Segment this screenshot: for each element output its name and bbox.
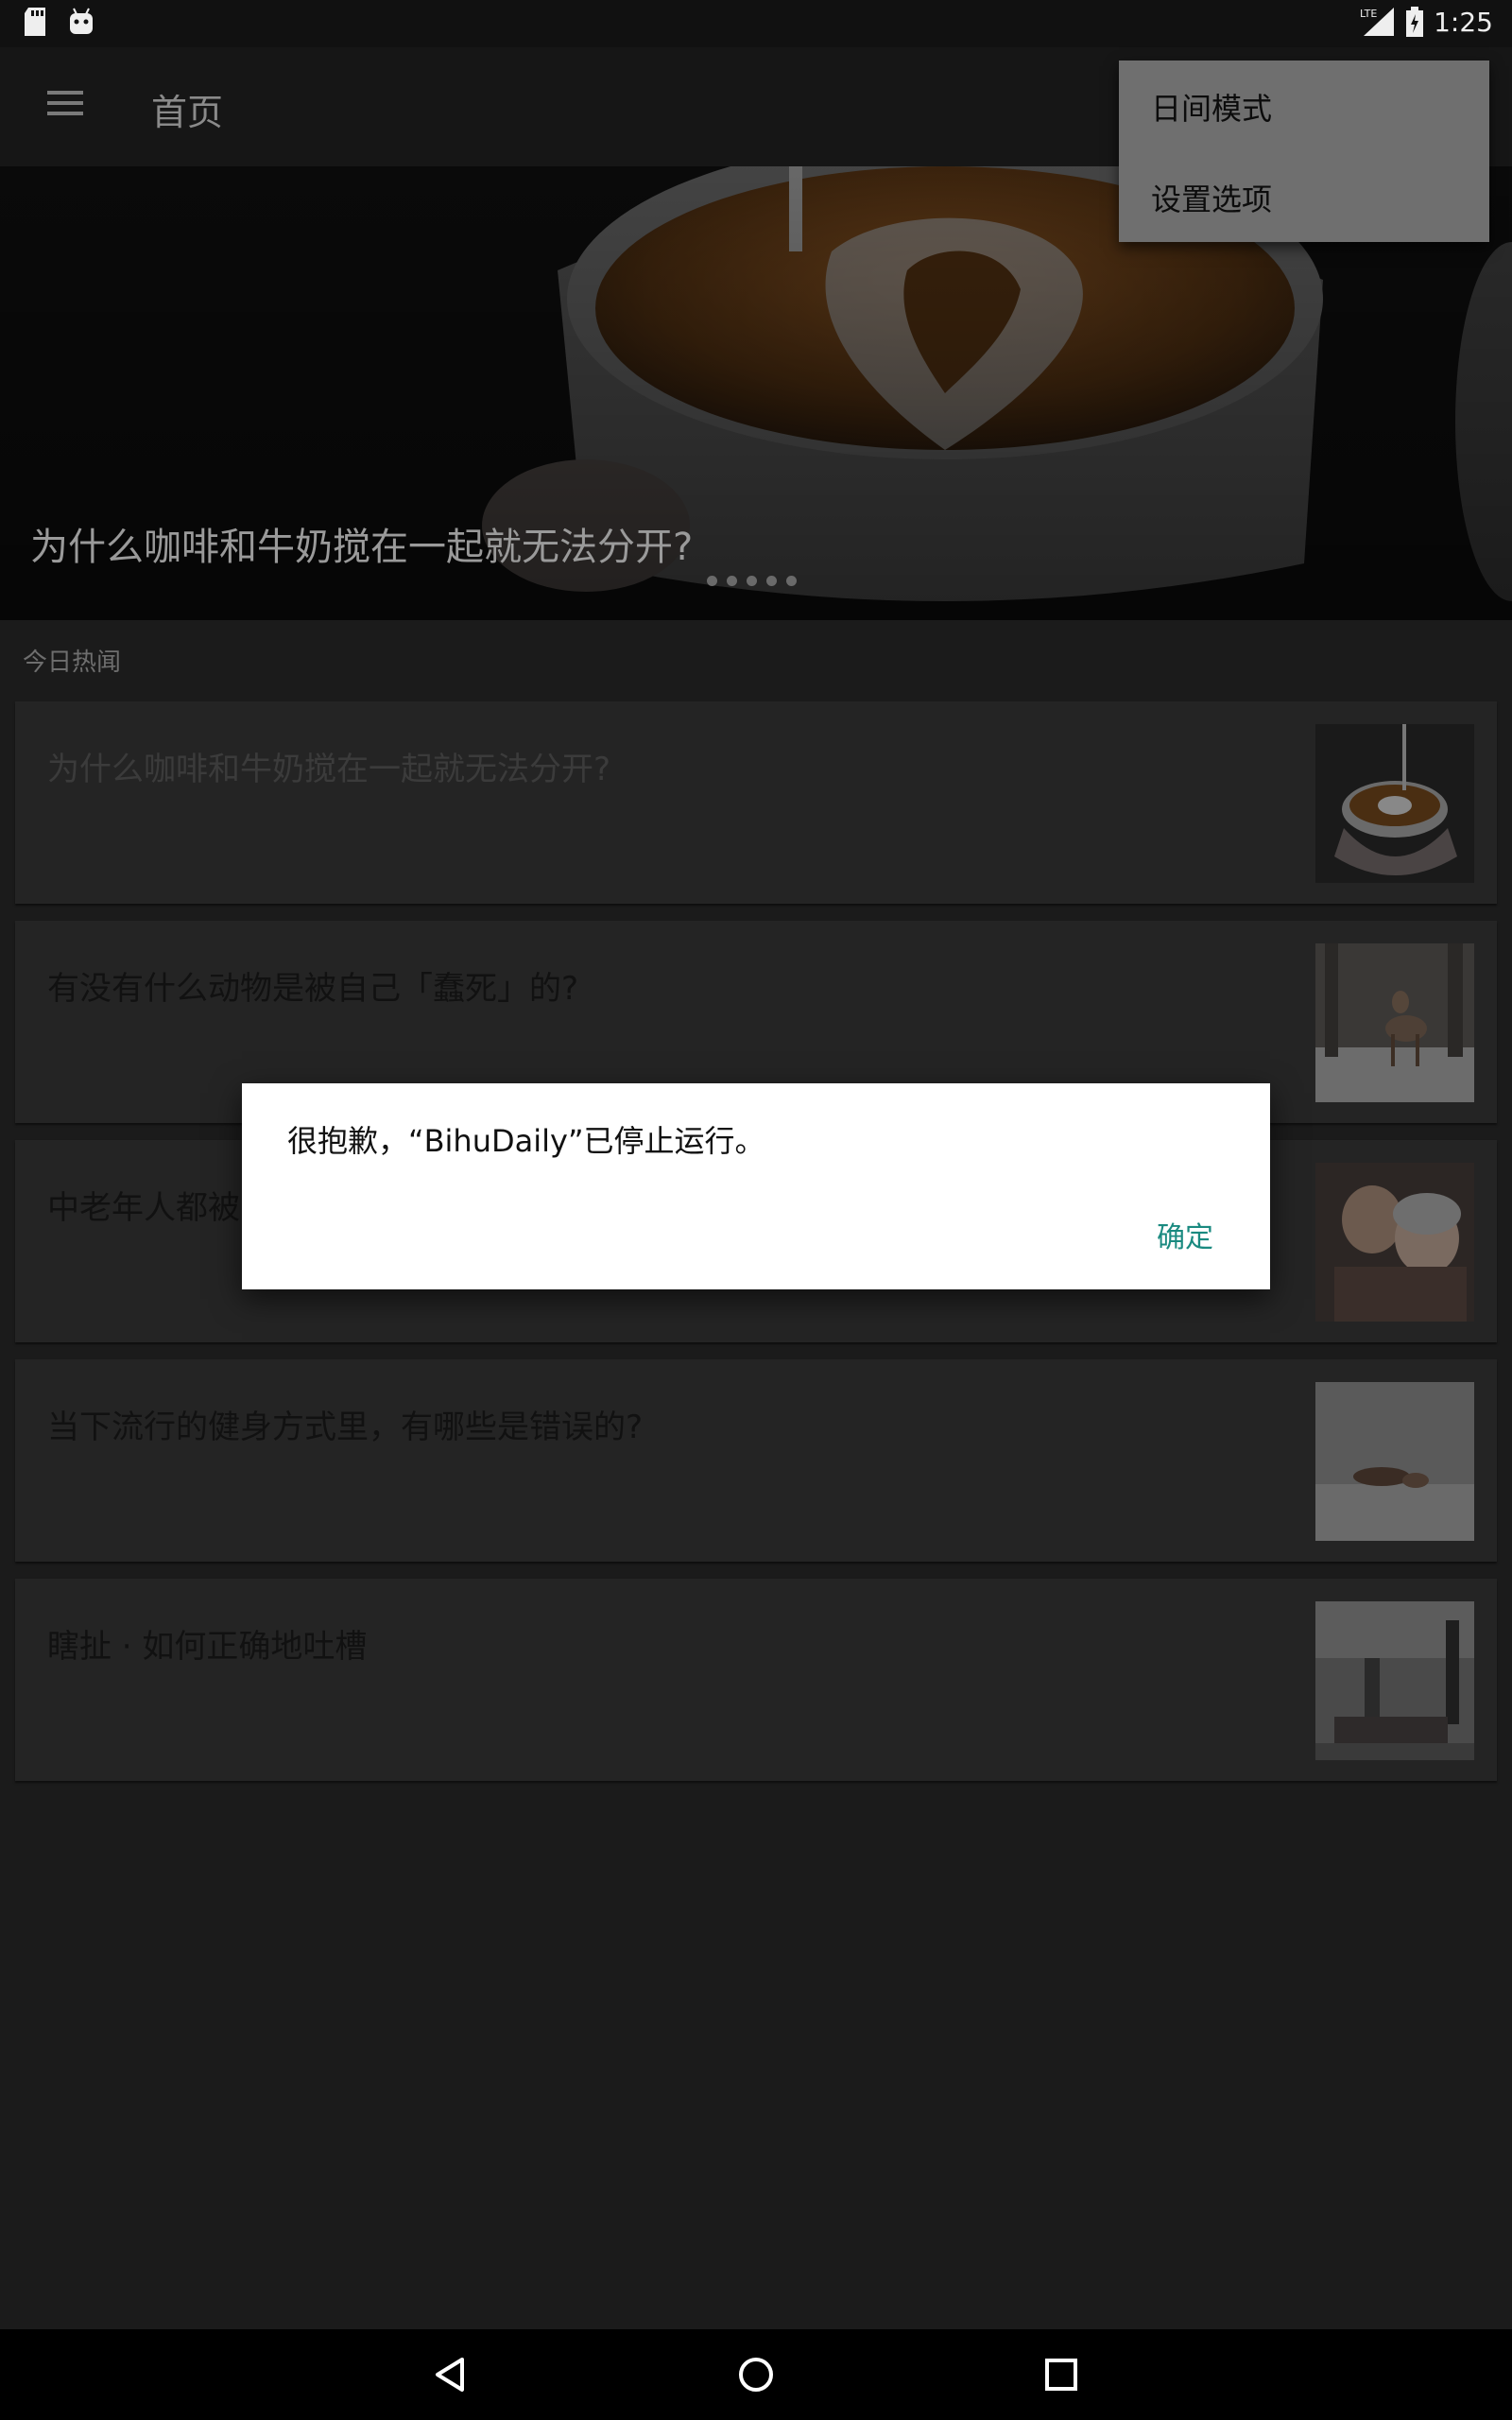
sd-card-icon [25, 8, 45, 36]
app-stopped-dialog: 很抱歉，“BihuDaily”已停止运行。 确定 [242, 1083, 1270, 1289]
latte-art-thumbnail [1315, 724, 1474, 883]
indicator-dot [707, 576, 717, 586]
hamburger-menu-icon[interactable] [47, 91, 89, 125]
story-title: 当下流行的健身方式里，有哪些是错误的? [47, 1409, 644, 1446]
story-title: 中老年人都被 [47, 1189, 240, 1227]
indicator-dot [766, 576, 777, 586]
page-title: 首页 [151, 92, 224, 133]
lte-signal-icon: LTE [1360, 8, 1395, 36]
indicator-dot [727, 576, 737, 586]
story-card[interactable]: 当下流行的健身方式里，有哪些是错误的? [15, 1359, 1497, 1562]
ok-button[interactable]: 确定 [1157, 1214, 1213, 1255]
recents-icon[interactable] [1040, 2354, 1082, 2395]
story-card[interactable]: 为什么咖啡和牛奶搅在一起就无法分开? [15, 701, 1497, 904]
clock: 1:25 [1434, 6, 1493, 38]
navigation-bar [0, 2329, 1512, 2420]
status-bar: LTE 1:25 [0, 0, 1512, 47]
yoga-pose-thumbnail [1315, 1382, 1474, 1541]
airport-luggage-thumbnail [1315, 1601, 1474, 1760]
menu-item-settings[interactable]: 设置选项 [1151, 176, 1272, 219]
dialog-message: 很抱歉，“BihuDaily”已停止运行。 [287, 1123, 765, 1159]
story-title: 有没有什么动物是被自己「蠢死」的? [47, 970, 579, 1008]
deer-in-snow-thumbnail [1315, 943, 1474, 1102]
home-icon[interactable] [735, 2354, 777, 2395]
elderly-couple-thumbnail [1315, 1163, 1474, 1322]
hero-title: 为什么咖啡和牛奶搅在一起就无法分开? [30, 526, 694, 569]
menu-item-day-mode[interactable]: 日间模式 [1151, 85, 1272, 129]
story-card[interactable]: 瞎扯 · 如何正确地吐槽 [15, 1579, 1497, 1781]
svg-text:LTE: LTE [1360, 8, 1377, 20]
back-icon[interactable] [430, 2354, 472, 2395]
section-label: 今日热闻 [23, 648, 122, 677]
battery-icon [1406, 7, 1424, 37]
story-title: 为什么咖啡和牛奶搅在一起就无法分开? [47, 751, 611, 788]
indicator-dot [747, 576, 757, 586]
overflow-menu: 日间模式 设置选项 [1119, 60, 1489, 242]
page-indicator [707, 576, 797, 586]
story-title: 瞎扯 · 如何正确地吐槽 [47, 1628, 368, 1666]
android-icon [70, 8, 93, 34]
indicator-dot [786, 576, 797, 586]
